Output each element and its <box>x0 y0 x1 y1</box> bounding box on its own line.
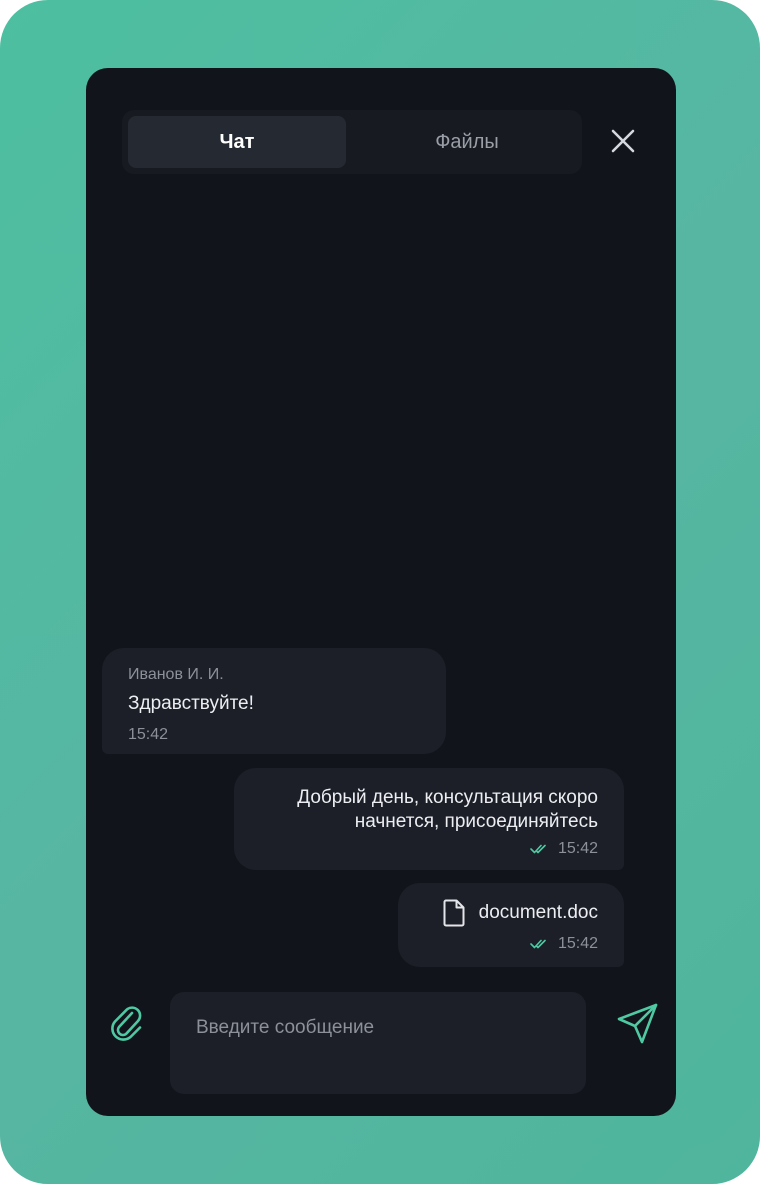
send-icon <box>617 1003 658 1044</box>
message-input[interactable] <box>194 1016 566 1040</box>
message-outgoing: Добрый день, консультация скоро начнется… <box>234 768 624 870</box>
message-time: 15:42 <box>128 726 169 743</box>
tab-chat[interactable]: Чат <box>128 116 346 168</box>
double-check-icon <box>530 844 546 854</box>
tab-files[interactable]: Файлы <box>358 116 576 168</box>
file-name[interactable]: document.doc <box>479 901 598 925</box>
close-icon <box>611 129 635 153</box>
file-icon <box>443 899 465 927</box>
send-button[interactable] <box>616 1002 660 1046</box>
message-text: Здравствуйте! <box>128 693 254 714</box>
message-text-line: начнется, присоединяйтесь <box>354 811 598 832</box>
tab-bar: Чат Файлы <box>122 110 582 174</box>
message-time: 15:42 <box>557 840 598 857</box>
attach-button[interactable] <box>110 1003 144 1043</box>
message-input-box[interactable] <box>170 992 586 1094</box>
message-text-line: Добрый день, консультация скоро <box>297 787 598 808</box>
message-sender: Иванов И. И. <box>128 666 224 683</box>
message-incoming: Иванов И. И. Здравствуйте! 15:42 <box>102 648 446 754</box>
close-button[interactable] <box>606 124 640 158</box>
message-time: 15:42 <box>557 935 598 952</box>
message-file[interactable]: document.doc 15:42 <box>398 883 624 967</box>
chat-panel: Чат Файлы Иванов И. И. Здравствуйте! 15:… <box>86 68 676 1116</box>
paperclip-icon <box>111 1006 142 1041</box>
double-check-icon <box>530 939 546 949</box>
